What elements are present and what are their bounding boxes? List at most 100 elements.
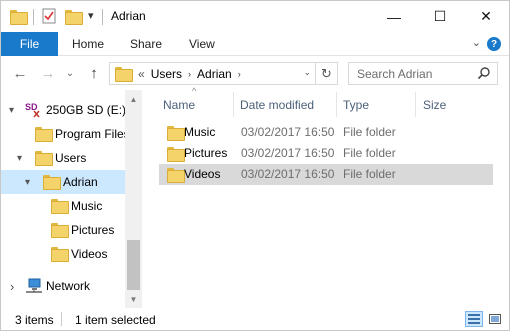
file-date: 03/02/2017 16:50 [241,167,335,181]
expand-arrow-icon[interactable]: ▾ [17,153,22,164]
tree-item-network[interactable]: › Network [1,274,125,298]
help-icon[interactable]: ? [487,37,501,51]
file-type: File folder [343,146,396,160]
expand-arrow-icon[interactable]: › [10,279,14,294]
address-dropdown-icon[interactable]: ⌄ [303,67,311,78]
table-row[interactable]: Pictures 03/02/2017 16:50 File folder [159,143,493,164]
folder-icon [35,151,53,166]
properties-icon[interactable] [42,8,56,24]
column-divider[interactable] [415,92,416,117]
file-date: 03/02/2017 16:50 [241,125,335,139]
sort-ascending-icon: ^ [192,86,197,96]
column-header-name[interactable]: ^ Name [163,86,235,117]
tab-view[interactable]: View [189,32,215,56]
search-icon[interactable] [477,66,491,80]
expand-ribbon-icon[interactable]: ⌄ [472,36,481,49]
tree-item-music[interactable]: Music [1,194,125,218]
scroll-thumb[interactable] [127,240,140,290]
tree-item-pictures[interactable]: Pictures [1,218,125,242]
file-type: File folder [343,167,396,181]
file-name: Pictures [184,146,228,160]
minimize-button[interactable]: — [371,1,417,32]
quick-access-dropdown-icon[interactable]: ▾ [88,9,94,22]
folder-icon [167,126,185,141]
tab-file[interactable]: File [1,32,58,56]
details-view-icon [468,314,480,324]
address-bar[interactable]: « Users › Adrian › ⌄ ↻ [109,62,338,85]
folder-icon [51,199,69,214]
large-icons-view-button[interactable] [486,311,504,327]
column-divider[interactable] [233,92,234,117]
address-chevron-icon[interactable]: › [238,69,241,79]
maximize-button[interactable]: ☐ [417,1,463,32]
tree-label-network: Network [46,279,91,293]
navigation-bar: ← → ⌄ ↑ « Users › Adrian › ⌄ ↻ [1,56,509,90]
address-segment-adrian[interactable]: Adrian [197,67,232,81]
tree-label-videos: Videos [71,247,108,261]
file-name: Videos [184,167,221,181]
tab-share[interactable]: Share [130,32,162,56]
tree-item-drive[interactable]: ▾ SD 250GB SD (E:) [1,98,127,122]
status-separator [61,312,62,326]
tree-item-adrian[interactable]: ▾ Adrian [1,170,125,194]
column-label-name: Name [163,97,196,112]
refresh-button[interactable]: ↻ [315,63,337,84]
item-count: 3 items [15,313,54,327]
folder-icon [51,247,69,262]
tree-label-music: Music [71,199,103,213]
sd-card-icon: SD [25,101,41,119]
nav-scrollbar[interactable]: ▲ ▼ [125,90,142,308]
column-divider[interactable] [336,92,337,117]
window-title: Adrian [111,9,146,23]
back-button[interactable]: ← [10,63,30,83]
qa-separator [33,9,34,25]
address-chevron-icon[interactable]: › [188,69,191,79]
file-list: ^ Name Date modified Type Size Music 03/… [142,86,509,308]
file-date: 03/02/2017 16:50 [241,146,335,160]
scroll-up-icon[interactable]: ▲ [125,92,142,106]
sd-label: SD [25,102,38,112]
column-label-date: Date modified [240,97,315,112]
expand-arrow-icon[interactable]: ▾ [9,105,14,116]
large-icons-view-icon [489,314,501,324]
close-button[interactable]: ✕ [463,1,509,32]
folder-icon [35,127,53,142]
address-segment-users[interactable]: Users [151,67,182,81]
title-bar: ▾ Adrian — ☐ ✕ [1,1,509,32]
details-view-button[interactable] [465,311,483,327]
tab-home[interactable]: Home [72,32,104,56]
status-bar: 3 items 1 item selected [1,308,509,330]
up-button[interactable]: ↑ [84,63,104,83]
column-header-size[interactable]: Size [423,92,483,117]
forward-button[interactable]: → [38,63,58,83]
address-overflow[interactable]: « [138,67,145,81]
title-separator [102,9,103,25]
tree-label-program-files: Program Files [55,127,130,141]
table-row[interactable]: Videos 03/02/2017 16:50 File folder [159,164,493,185]
scroll-down-icon[interactable]: ▼ [125,292,142,306]
expand-arrow-icon[interactable]: ▾ [25,177,30,188]
tree-label-adrian: Adrian [63,175,98,189]
column-header-date[interactable]: Date modified [240,92,340,117]
folder-icon [10,10,28,25]
selection-count: 1 item selected [75,313,156,327]
address-folder-icon [115,67,133,82]
folder-icon [167,147,185,162]
column-label-type: Type [343,97,370,112]
folder-icon [43,175,61,190]
search-input[interactable] [357,66,475,81]
column-header-type[interactable]: Type [343,92,413,117]
search-box[interactable] [348,62,498,85]
tree-label-drive: 250GB SD (E:) [46,103,127,117]
table-row[interactable]: Music 03/02/2017 16:50 File folder [159,122,493,143]
ribbon-tabs: File Home Share View ⌄ ? [1,32,509,56]
recent-locations-button[interactable]: ⌄ [64,63,76,83]
explorer-window: ▾ Adrian — ☐ ✕ File Home Share View ⌄ ? … [0,0,510,331]
tree-label-users: Users [55,151,87,165]
tree-item-videos[interactable]: Videos [1,242,125,266]
new-folder-icon[interactable] [65,10,83,25]
tree-label-pictures: Pictures [71,223,115,237]
tree-item-program-files[interactable]: Program Files [1,122,130,146]
tree-item-users[interactable]: ▾ Users [1,146,125,170]
folder-icon [51,223,69,238]
